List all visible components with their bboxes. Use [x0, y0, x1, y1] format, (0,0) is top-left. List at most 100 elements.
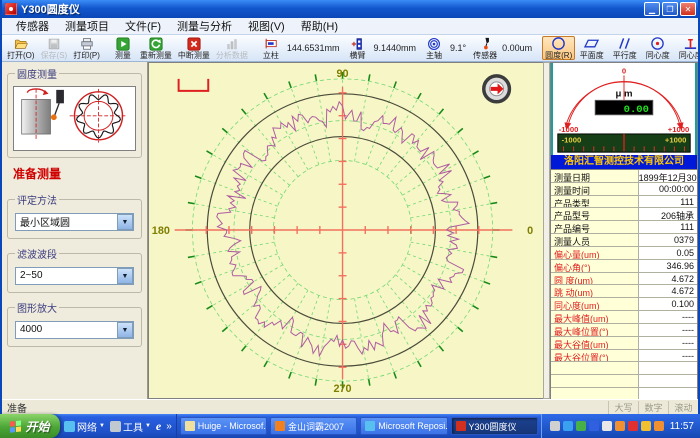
plot-scrollbar[interactable] — [543, 62, 550, 399]
result-label — [551, 375, 639, 387]
pen-icon[interactable] — [641, 421, 651, 431]
task-app-icon — [456, 421, 466, 431]
app-icon — [5, 3, 17, 15]
column-readout-button[interactable]: 立柱 — [257, 37, 285, 60]
magnification-combobox[interactable]: 4000 ▼ — [15, 321, 134, 339]
qq2-icon[interactable] — [654, 421, 664, 431]
mode-roundness[interactable]: 圆度(R) — [542, 36, 575, 60]
result-label: 同心度(um) — [551, 298, 639, 310]
mode-parallelism[interactable]: 平行度 — [608, 36, 641, 60]
gauge-unit-label: μ m — [615, 89, 632, 100]
result-value: 4.672 — [639, 285, 697, 297]
toolbar-button-label: 平面度 — [580, 51, 604, 60]
mode-concentricity-1[interactable]: 同心度 — [641, 36, 674, 60]
alert-icon[interactable] — [628, 421, 638, 431]
status-pane: 滚动 — [668, 401, 698, 414]
windows-logo-icon — [10, 420, 22, 432]
print-button[interactable]: 打印(P) — [70, 36, 103, 60]
result-value: ---- — [639, 311, 697, 323]
system-tray: 11:57 — [541, 414, 700, 438]
mode-concentricity-2[interactable]: 同心度 — [674, 36, 698, 60]
sensor-readout-value: 0.00um — [500, 43, 536, 53]
method-combobox[interactable]: 最小区域圆 ▼ — [15, 213, 134, 231]
window-title: Y300圆度仪 — [21, 1, 644, 17]
status-pane: 大写 — [608, 401, 638, 414]
update-icon[interactable] — [576, 421, 586, 431]
polar-plot: 90 180 0 270 — [148, 62, 543, 399]
chevron-down-icon: ▼ — [145, 423, 151, 429]
table-row: 最大谷值(um)---- — [551, 337, 697, 350]
task-button[interactable]: Huige - Microsof... — [180, 417, 267, 435]
table-row: 最大峰位置(°)---- — [551, 324, 697, 337]
close-button[interactable]: ✕ — [680, 2, 696, 16]
statusbar: 准备 大写数字滚动 — [2, 399, 698, 414]
menu-item-measure-items[interactable]: 测量项目 — [57, 17, 117, 35]
qq-icon[interactable] — [615, 421, 625, 431]
task-button[interactable]: 金山词霸2007 — [270, 417, 357, 435]
task-button[interactable]: Y300圆度仪 — [451, 417, 538, 435]
result-label: 最大峰位置(°) — [551, 324, 639, 336]
chevron-down-icon[interactable]: ▼ — [117, 322, 133, 338]
printer-tray-icon[interactable] — [550, 421, 560, 431]
parallel-icon — [617, 36, 632, 51]
menu-item-sensors[interactable]: 传感器 — [8, 17, 57, 35]
tools-icon — [110, 421, 121, 432]
table-row: 测量日期1899年12月30日 — [551, 170, 697, 183]
column-readout-value: 144.6531mm — [285, 43, 344, 53]
interrupt-button[interactable]: 中断测量 — [175, 36, 213, 60]
play-icon — [116, 37, 130, 51]
filter-band-combobox[interactable]: 2~50 ▼ — [15, 267, 134, 285]
chevron-down-icon[interactable]: ▼ — [117, 214, 133, 230]
result-value: 0.05 — [639, 247, 697, 259]
table-row — [551, 362, 697, 375]
start-button[interactable]: 开始 — [0, 414, 60, 438]
sensor-readout-button[interactable]: 传感器 — [470, 37, 500, 60]
spindle-readout: 主轴9.1° — [420, 36, 470, 60]
toolbar: 打开(O)保存(S)打印(P) 测量重新测量中断测量分析数据 立柱 144.653… — [2, 35, 698, 62]
quicklaunch-tools[interactable]: 工具▼ — [110, 419, 151, 434]
toolbar-button-label: 立柱 — [263, 51, 279, 60]
toolbar-button-label: 平行度 — [613, 51, 637, 60]
task-label: Microsoft Reposi... — [378, 421, 447, 431]
angle-label-90: 90 — [337, 68, 349, 80]
open-button[interactable]: 打开(O) — [4, 36, 38, 60]
menu-item-file[interactable]: 文件(F) — [117, 17, 169, 35]
menu-item-help[interactable]: 帮助(H) — [293, 17, 346, 35]
ie-icon[interactable]: e — [156, 419, 161, 434]
sensor-readout: 传感器0.00um — [470, 36, 536, 60]
result-value: ---- — [639, 337, 697, 349]
rotate-arrow-button[interactable] — [484, 76, 510, 102]
quicklaunch-label: 网络 — [77, 419, 97, 434]
gauge-arc-min: -1000 — [559, 125, 579, 134]
toolbar-button-label: 打开(O) — [7, 51, 35, 60]
save-floppy-icon — [47, 37, 61, 51]
mode-flatness[interactable]: 平面度 — [575, 36, 608, 60]
parallelogram-icon — [584, 36, 599, 51]
company-banner: 洛阳汇智测控技术有限公司 — [551, 155, 697, 169]
redo-icon — [149, 37, 163, 51]
table-row: 圆 度(um)4.672 — [551, 273, 697, 286]
result-value: 00:00:00 — [639, 183, 697, 195]
arm-readout: 横臂9.1440mm — [343, 36, 420, 60]
menu-item-view[interactable]: 视图(V) — [240, 17, 293, 35]
measure-button[interactable]: 测量 — [109, 36, 137, 60]
arm-readout-button[interactable]: 横臂 — [343, 37, 371, 60]
messenger-icon[interactable] — [563, 421, 573, 431]
group-title: 评定方法 — [15, 192, 59, 207]
chevron-down-icon[interactable]: ▼ — [117, 268, 133, 284]
network-icon[interactable] — [589, 421, 599, 431]
usb-icon[interactable] — [602, 421, 612, 431]
result-value: 0.100 — [639, 298, 697, 310]
quicklaunch-overflow[interactable]: » — [166, 421, 172, 432]
table-row — [551, 375, 697, 388]
task-button[interactable]: Microsoft Reposi... — [360, 417, 447, 435]
restore-button[interactable]: ❐ — [662, 2, 678, 16]
toolbar-button-label: 分析数据 — [216, 51, 248, 60]
minimize-button[interactable]: ▁ — [644, 2, 660, 16]
save-button: 保存(S) — [38, 36, 71, 60]
remeasure-button[interactable]: 重新测量 — [137, 36, 175, 60]
task-app-icon — [275, 421, 285, 431]
quicklaunch-network[interactable]: 网络▼ — [64, 419, 105, 434]
menu-item-measure-analysis[interactable]: 测量与分析 — [169, 17, 240, 35]
spindle-readout-button[interactable]: 主轴 — [420, 37, 448, 60]
